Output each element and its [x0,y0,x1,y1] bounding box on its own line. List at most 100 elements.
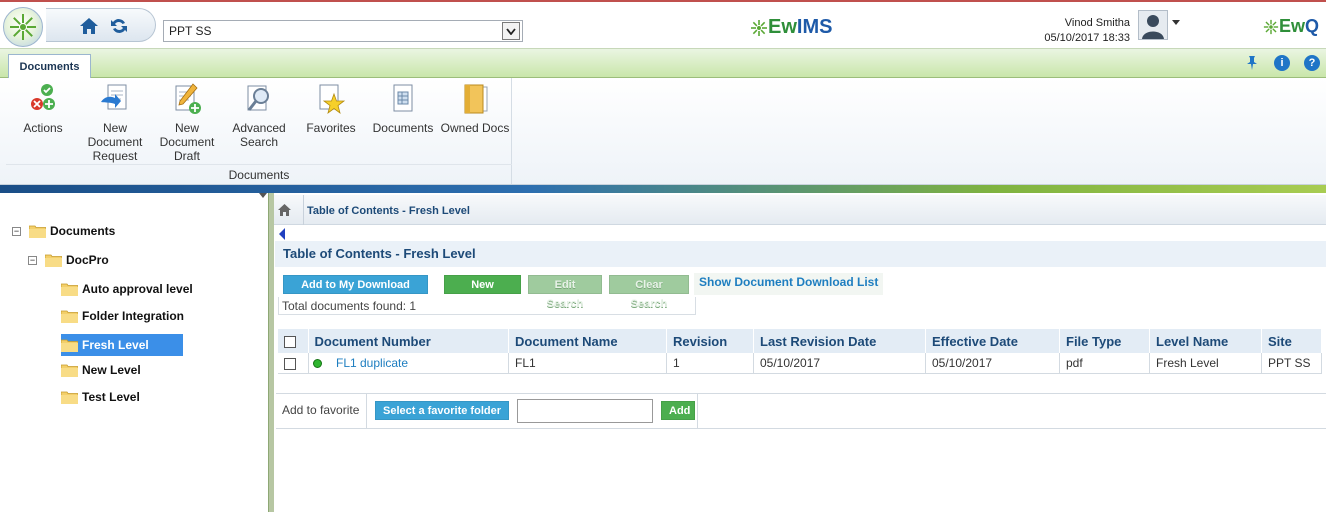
favorites-star-icon [319,84,346,115]
col-document-number[interactable]: Document Number [308,329,509,353]
advanced-search-icon [247,85,269,111]
folder-icon [61,339,78,352]
folder-icon [61,310,78,323]
col-last-revision-date[interactable]: Last Revision Date [753,329,926,353]
documents-table: Document Number Document Name Revision L… [278,329,1322,374]
add-to-favorite-label: Add to favorite [282,403,360,417]
owned-docs-button[interactable]: Owned Docs [440,82,510,135]
nav-pill [46,8,156,42]
status-green-dot-icon [312,359,322,369]
panel-title: Table of Contents - Fresh Level [275,241,1326,267]
new-document-draft-icon [175,83,201,114]
documents-icon [393,84,413,112]
ewqims-logo: Ew Q [1263,16,1319,37]
row-select-cell [278,353,309,374]
breadcrumb-separator [294,195,304,225]
tree-toggle-icon[interactable]: − [12,226,21,236]
site-select[interactable]: PPT SS [163,20,523,42]
ribbon-utility-icons: i ? [1244,55,1320,71]
folder-icon [45,254,62,267]
tree-node-fresh-level[interactable]: Fresh Level [61,334,183,356]
new-search-button[interactable]: New Search [444,275,521,310]
chevron-down-icon[interactable] [502,22,520,40]
tab-documents[interactable]: Documents [8,54,91,80]
app-logo-icon [10,14,36,40]
edit-search-button[interactable]: Edit Search [528,275,602,310]
col-revision[interactable]: Revision [666,329,754,353]
select-favorite-folder-button[interactable]: Select a favorite folder [375,401,509,420]
cell-file-type: pdf [1059,353,1150,374]
total-documents-found: Total documents found: 1 [278,297,696,315]
tree-toggle-icon[interactable]: − [28,255,37,265]
add-favorite-button[interactable]: Add [661,401,695,420]
select-all-checkbox[interactable] [284,336,296,349]
status-cell [308,353,330,374]
col-file-type[interactable]: File Type [1059,329,1150,353]
tree-node-docpro[interactable]: − DocPro [28,253,109,267]
new-document-request-icon [101,84,127,110]
col-effective-date[interactable]: Effective Date [925,329,1060,353]
actions-icon [31,84,55,110]
clear-search-button[interactable]: Clear Search [609,275,689,310]
tree-node-documents[interactable]: − Documents [12,224,115,238]
col-level-name[interactable]: Level Name [1149,329,1262,353]
favorite-folder-input[interactable] [517,399,653,423]
folder-tree: − Documents − DocPro Auto approval level… [0,193,268,512]
collapse-left-arrow-icon[interactable] [279,228,285,240]
documents-button[interactable]: Documents [368,82,438,135]
info-icon[interactable]: i [1274,55,1290,71]
favorite-bar-divider [366,394,367,428]
cell-document-name: FL1 [508,353,667,374]
actions-button[interactable]: Actions [8,82,78,135]
folder-icon [29,225,46,238]
ewims-flower-icon [751,19,767,36]
new-document-draft-button[interactable]: New Document Draft [152,82,222,163]
ribbon-group-label: Documents [6,164,512,182]
col-site[interactable]: Site [1261,329,1322,353]
table-header-row: Document Number Document Name Revision L… [278,329,1322,353]
cell-document-number: FL1 duplicate [330,353,509,374]
ribbon-tab-strip: Documents i ? [0,48,1326,80]
favorites-button[interactable]: Favorites [296,82,366,135]
col-document-name[interactable]: Document Name [508,329,667,353]
cell-level-name: Fresh Level [1149,353,1262,374]
ewqims-flower-icon [1263,19,1279,34]
avatar[interactable] [1138,10,1168,40]
owned-docs-icon [464,84,488,114]
row-checkbox[interactable] [284,357,296,370]
main-panel: Table of Contents - Fresh Level Table of… [274,193,1326,512]
user-info: Vinod Smitha 05/10/2017 18:33 [1030,16,1130,46]
home-icon[interactable] [78,15,100,37]
pin-icon[interactable] [1244,55,1260,71]
show-download-list-link[interactable]: Show Document Download List [694,273,884,295]
refresh-icon[interactable] [108,15,130,37]
new-document-request-button[interactable]: New Document Request [80,82,150,163]
site-select-value: PPT SS [169,24,212,38]
table-row[interactable]: FL1 duplicate FL1 1 05/10/2017 05/10/201… [278,353,1322,374]
advanced-search-button[interactable]: Advanced Search [224,82,294,149]
tree-node-new-level[interactable]: New Level [61,363,141,377]
top-bar: PPT SS Ew IMS Vinod Smitha 05/10/2017 18:… [0,0,1326,48]
tree-collapse-caret-icon[interactable] [259,193,267,198]
tree-node-auto-approval-level[interactable]: Auto approval level [61,282,193,296]
user-menu-caret-icon[interactable] [1172,20,1180,25]
app-menu-orb[interactable] [3,7,43,47]
tree-node-folder-integration[interactable]: Folder Integration [61,309,184,323]
help-icon[interactable]: ? [1304,55,1320,71]
user-avatar-icon [1142,15,1164,39]
favorite-bar-divider-end [697,394,698,428]
cell-last-revision-date: 05/10/2017 [753,353,926,374]
user-name: Vinod Smitha [1064,17,1130,29]
tree-node-test-level[interactable]: Test Level [61,390,140,404]
ribbon-group-documents: Actions New Document Request New Documen… [6,78,512,184]
cell-revision: 1 [666,353,754,374]
ribbon: Actions New Document Request New Documen… [0,78,1326,185]
breadcrumb: Table of Contents - Fresh Level [274,195,1326,225]
add-to-download-list-button[interactable]: Add to My Download List [283,275,428,310]
document-number-link[interactable]: FL1 duplicate [336,356,408,370]
favorite-bar: Add to favorite Select a favorite folder… [276,393,1326,429]
cell-site: PPT SS [1261,353,1322,374]
breadcrumb-home-icon[interactable] [278,204,291,216]
ewims-logo: Ew IMS [750,16,832,39]
folder-icon [61,391,78,404]
